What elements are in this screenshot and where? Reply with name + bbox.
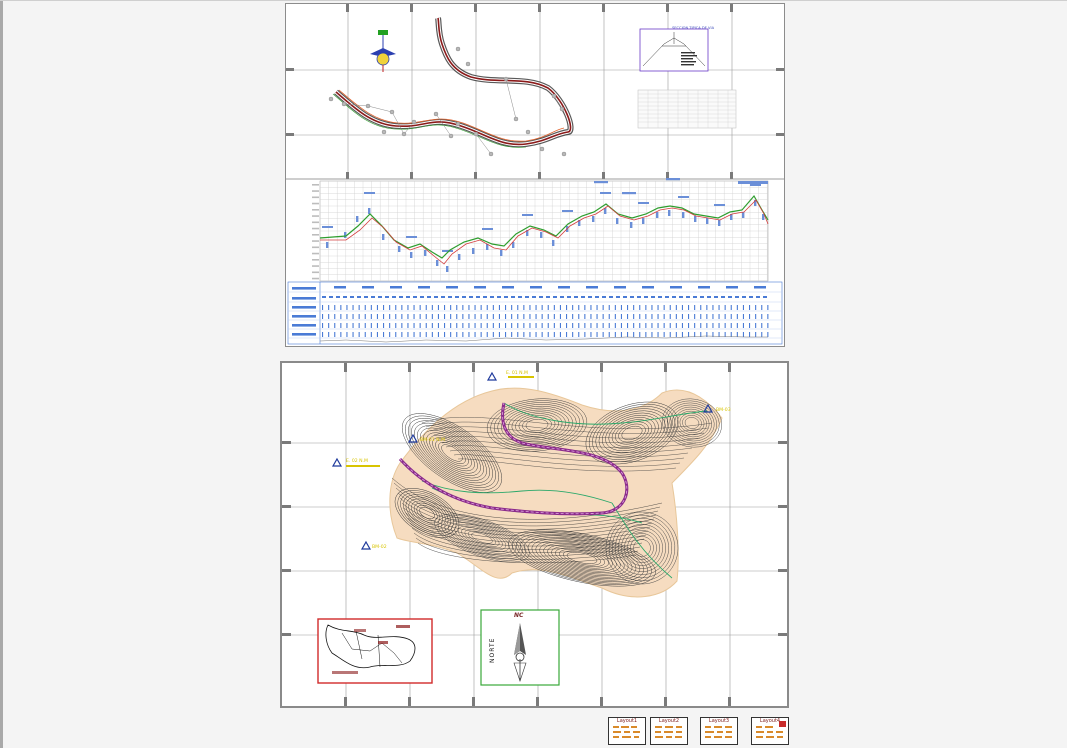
profile-bar — [630, 222, 633, 228]
profile-bar — [718, 220, 721, 226]
road-alignment-plan — [332, 17, 574, 148]
profile-bar-label — [666, 178, 680, 181]
profile-bar-label — [600, 192, 611, 194]
profile-bar-label — [750, 184, 761, 186]
svg-text:NC: NC — [514, 612, 524, 619]
curve-data-table — [637, 89, 737, 129]
profile-bar-label — [594, 181, 608, 184]
profile-bar — [668, 210, 671, 216]
profile-bar — [656, 212, 659, 218]
profile-bar-label — [322, 226, 333, 228]
profile-bar — [500, 250, 503, 256]
profile-bar — [344, 232, 347, 238]
north-arrow-panel: NC NORTE — [480, 609, 560, 686]
profile-bar — [540, 232, 543, 238]
profile-bar — [436, 260, 439, 266]
benchmark-1: E. 01 N.M — [486, 370, 534, 381]
profile-bar — [742, 212, 745, 218]
profile-bar — [682, 212, 685, 218]
profile-bar-label — [622, 192, 636, 195]
profile-bar — [694, 216, 697, 222]
layout-thumbnail-1[interactable]: Layout1 — [608, 717, 646, 745]
profile-bar — [382, 234, 385, 240]
profile-bar-label — [522, 214, 533, 216]
topographic-plan-sheet[interactable]: E. 01 N.M E. 02 N.M BM-01 N.M BM-02 BM-0… — [280, 361, 789, 708]
location-map — [317, 618, 433, 684]
profile-bar — [326, 242, 329, 248]
svg-text:BM-03: BM-03 — [716, 407, 731, 413]
thumbnail-label: Layout2 — [658, 718, 680, 724]
profile-bar — [356, 216, 359, 222]
profile-bar — [706, 218, 709, 224]
plan-and-profile-sheet[interactable]: SECCION TIPICA DE VIA — [285, 3, 785, 347]
compass-icon — [370, 30, 396, 72]
layout-thumbnail-3[interactable]: Layout3 — [700, 717, 738, 745]
north-label: NORTE — [489, 638, 496, 663]
layout-thumbnail-4[interactable]: Layout4 — [751, 717, 789, 745]
thumbnail-label: Layout3 — [708, 718, 730, 724]
profile-bar — [368, 208, 371, 214]
longitudinal-profile — [286, 178, 784, 282]
profile-bar — [458, 254, 461, 260]
survey-points — [328, 46, 567, 157]
benchmark-4: BM-02 — [360, 540, 387, 550]
profile-bar-label — [714, 204, 725, 206]
svg-text:BM-02: BM-02 — [372, 544, 387, 550]
profile-data-band — [287, 281, 783, 345]
profile-bar-label — [406, 236, 417, 238]
profile-bar — [616, 218, 619, 224]
svg-text:E. 02 N.M: E. 02 N.M — [346, 458, 368, 464]
profile-bar — [592, 216, 595, 222]
plan-profile-drawing: SECCION TIPICA DE VIA — [286, 4, 784, 345]
profile-bar — [410, 252, 413, 258]
layout-thumbnail-2[interactable]: Layout2 — [650, 717, 688, 745]
typical-section-legend: SECCION TIPICA DE VIA — [639, 26, 715, 72]
profile-bar-label — [678, 196, 689, 198]
profile-bar-label — [364, 192, 375, 194]
profile-bar — [446, 266, 449, 272]
svg-text:E. 01 N.M: E. 01 N.M — [506, 370, 528, 376]
viewer-left-edge — [0, 0, 3, 748]
profile-bar — [552, 240, 555, 246]
viewer-top-edge — [0, 0, 1067, 1]
svg-text:BM-01 N.M: BM-01 N.M — [420, 437, 445, 443]
thumbnail-label: Layout1 — [616, 718, 638, 724]
profile-bar-label — [638, 202, 649, 204]
profile-bar — [424, 250, 427, 256]
profile-bar — [472, 248, 475, 254]
benchmark-2: E. 02 N.M — [331, 457, 380, 467]
topographic-drawing: E. 01 N.M E. 02 N.M BM-01 N.M BM-02 BM-0… — [282, 363, 787, 706]
thumbnail-label: Layout4 — [759, 718, 781, 724]
profile-bar-label — [482, 228, 493, 230]
profile-bar — [398, 246, 401, 252]
profile-bar-label — [562, 210, 573, 212]
profile-bar — [642, 218, 645, 224]
